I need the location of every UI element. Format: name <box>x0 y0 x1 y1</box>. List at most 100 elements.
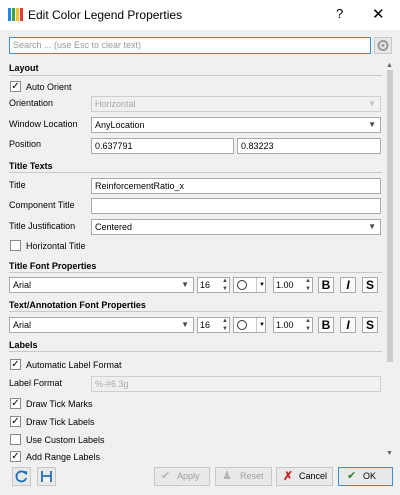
title-justification-label: Title Justification <box>9 221 76 231</box>
color-circle-icon <box>237 320 247 330</box>
reset-icon: ♟ <box>222 470 232 482</box>
auto-orient-label: Auto Orient <box>26 82 72 92</box>
vertical-scrollbar[interactable]: ▲ ▼ <box>384 60 396 462</box>
automatic-label-format-label: Automatic Label Format <box>26 360 122 370</box>
draw-tick-labels-checkbox[interactable]: ✓ <box>10 416 21 427</box>
title-font-color-button[interactable]: ▼ <box>233 277 266 293</box>
apply-label: Apply <box>177 471 200 481</box>
window-location-value: AnyLocation <box>95 120 145 130</box>
window-title: Edit Color Legend Properties <box>28 8 183 22</box>
close-button[interactable]: ✕ <box>372 5 385 23</box>
spin-arrows-icon[interactable]: ▲ ▼ <box>305 277 311 293</box>
automatic-label-format-checkbox[interactable]: ✓ <box>10 359 21 370</box>
title-font-family-value: Arial <box>13 280 32 290</box>
reset-button[interactable]: ♟ Reset <box>215 467 272 486</box>
apply-button[interactable]: ✔ Apply <box>154 467 210 486</box>
gear-icon <box>377 40 389 51</box>
annotation-font-family-select[interactable]: Arial ▼ <box>9 317 194 333</box>
title-input[interactable]: ReinforcementRatio_x <box>91 178 381 194</box>
title-bold-button[interactable]: B <box>318 277 334 293</box>
annotation-opacity-spinbox[interactable]: 1.00 ▲ ▼ <box>273 317 313 333</box>
annotation-shadow-button[interactable]: S <box>362 317 378 333</box>
cancel-x-icon: ✗ <box>283 469 294 483</box>
orientation-value: Horizontal <box>95 99 136 109</box>
cancel-label: Cancel <box>299 471 328 481</box>
draw-tick-marks-checkbox[interactable]: ✓ <box>10 398 21 409</box>
position-y-input[interactable]: 0.83223 <box>237 138 381 154</box>
chevron-down-icon[interactable]: ▼ <box>256 278 267 292</box>
title-justification-value: Centered <box>95 222 133 232</box>
auto-orient-checkbox[interactable]: ✓ <box>10 81 21 92</box>
title-italic-button[interactable]: I <box>340 277 356 293</box>
label-format-label: Label Format <box>9 378 63 388</box>
search-input[interactable]: Search ... (use Esc to clear text) <box>9 37 371 54</box>
scroll-up-icon[interactable]: ▲ <box>386 62 393 69</box>
title-texts-heading: Title Texts <box>9 161 53 171</box>
annotation-font-heading: Text/Annotation Font Properties <box>9 300 146 310</box>
position-x-input[interactable]: 0.637791 <box>91 138 234 154</box>
annotation-font-divider <box>9 311 382 312</box>
annotation-bold-button[interactable]: B <box>318 317 334 333</box>
title-font-family-select[interactable]: Arial ▼ <box>9 277 194 293</box>
chevron-down-icon: ▼ <box>368 222 376 231</box>
annotation-font-family-value: Arial <box>13 320 32 330</box>
add-range-labels-label: Add Range Labels <box>26 452 101 462</box>
title-font-size-value: 16 <box>200 280 211 290</box>
horizontal-title-label: Horizontal Title <box>26 241 86 251</box>
add-range-labels-checkbox[interactable]: ✓ <box>10 451 21 462</box>
ok-button[interactable]: ✔ OK <box>338 467 393 486</box>
layout-heading: Layout <box>9 63 39 73</box>
ok-check-icon: ✔ <box>347 470 357 482</box>
title-shadow-button[interactable]: S <box>362 277 378 293</box>
save-icon <box>41 471 52 482</box>
scrollbar-thumb[interactable] <box>387 70 393 362</box>
paraview-app-icon <box>8 8 23 21</box>
chevron-down-icon: ▼ <box>368 120 376 129</box>
labels-heading: Labels <box>9 340 38 350</box>
draw-tick-marks-label: Draw Tick Marks <box>26 399 93 409</box>
scroll-down-icon[interactable]: ▼ <box>386 450 393 457</box>
title-label: Title <box>9 180 26 190</box>
chevron-down-icon: ▼ <box>368 99 376 108</box>
color-circle-icon <box>237 280 247 290</box>
title-font-size-spinbox[interactable]: 16 ▲ ▼ <box>197 277 230 293</box>
window-location-select[interactable]: AnyLocation ▼ <box>91 117 381 133</box>
save-as-defaults-button[interactable] <box>37 467 56 486</box>
reset-label: Reset <box>240 471 264 481</box>
annotation-font-size-spinbox[interactable]: 16 ▲ ▼ <box>197 317 230 333</box>
spin-arrows-icon[interactable]: ▲ ▼ <box>222 317 228 333</box>
component-title-input[interactable] <box>91 198 381 214</box>
labels-divider <box>9 351 382 352</box>
ok-label: OK <box>363 471 377 481</box>
spin-arrows-icon[interactable]: ▲ ▼ <box>222 277 228 293</box>
chevron-down-icon: ▼ <box>181 280 189 289</box>
draw-tick-labels-label: Draw Tick Labels <box>26 417 95 427</box>
title-bar: Edit Color Legend Properties ? ✕ <box>0 0 400 30</box>
window-location-label: Window Location <box>9 119 78 129</box>
annotation-font-color-button[interactable]: ▼ <box>233 317 266 333</box>
orientation-select: Horizontal ▼ <box>91 96 381 112</box>
position-label: Position <box>9 139 42 149</box>
annotation-italic-button[interactable]: I <box>340 317 356 333</box>
use-custom-labels-checkbox[interactable] <box>10 434 21 445</box>
horizontal-title-checkbox[interactable] <box>10 240 21 251</box>
orientation-label: Orientation <box>9 98 54 108</box>
title-justification-select[interactable]: Centered ▼ <box>91 219 381 235</box>
refresh-icon <box>15 470 28 483</box>
chevron-down-icon: ▼ <box>181 320 189 329</box>
advanced-settings-gear-button[interactable] <box>374 37 392 54</box>
restore-defaults-button[interactable] <box>12 467 31 486</box>
title-opacity-value: 1.00 <box>276 280 294 290</box>
chevron-down-icon[interactable]: ▼ <box>256 318 267 332</box>
help-button[interactable]: ? <box>336 6 343 21</box>
label-format-input: %-#6.3g <box>91 376 381 392</box>
title-opacity-spinbox[interactable]: 1.00 ▲ ▼ <box>273 277 313 293</box>
use-custom-labels-label: Use Custom Labels <box>26 435 105 445</box>
component-title-label: Component Title <box>9 200 75 210</box>
title-font-divider <box>9 272 382 273</box>
title-font-heading: Title Font Properties <box>9 261 97 271</box>
annotation-opacity-value: 1.00 <box>276 320 294 330</box>
spin-arrows-icon[interactable]: ▲ ▼ <box>305 317 311 333</box>
cancel-button[interactable]: ✗ Cancel <box>276 467 333 486</box>
title-texts-divider <box>9 172 382 173</box>
